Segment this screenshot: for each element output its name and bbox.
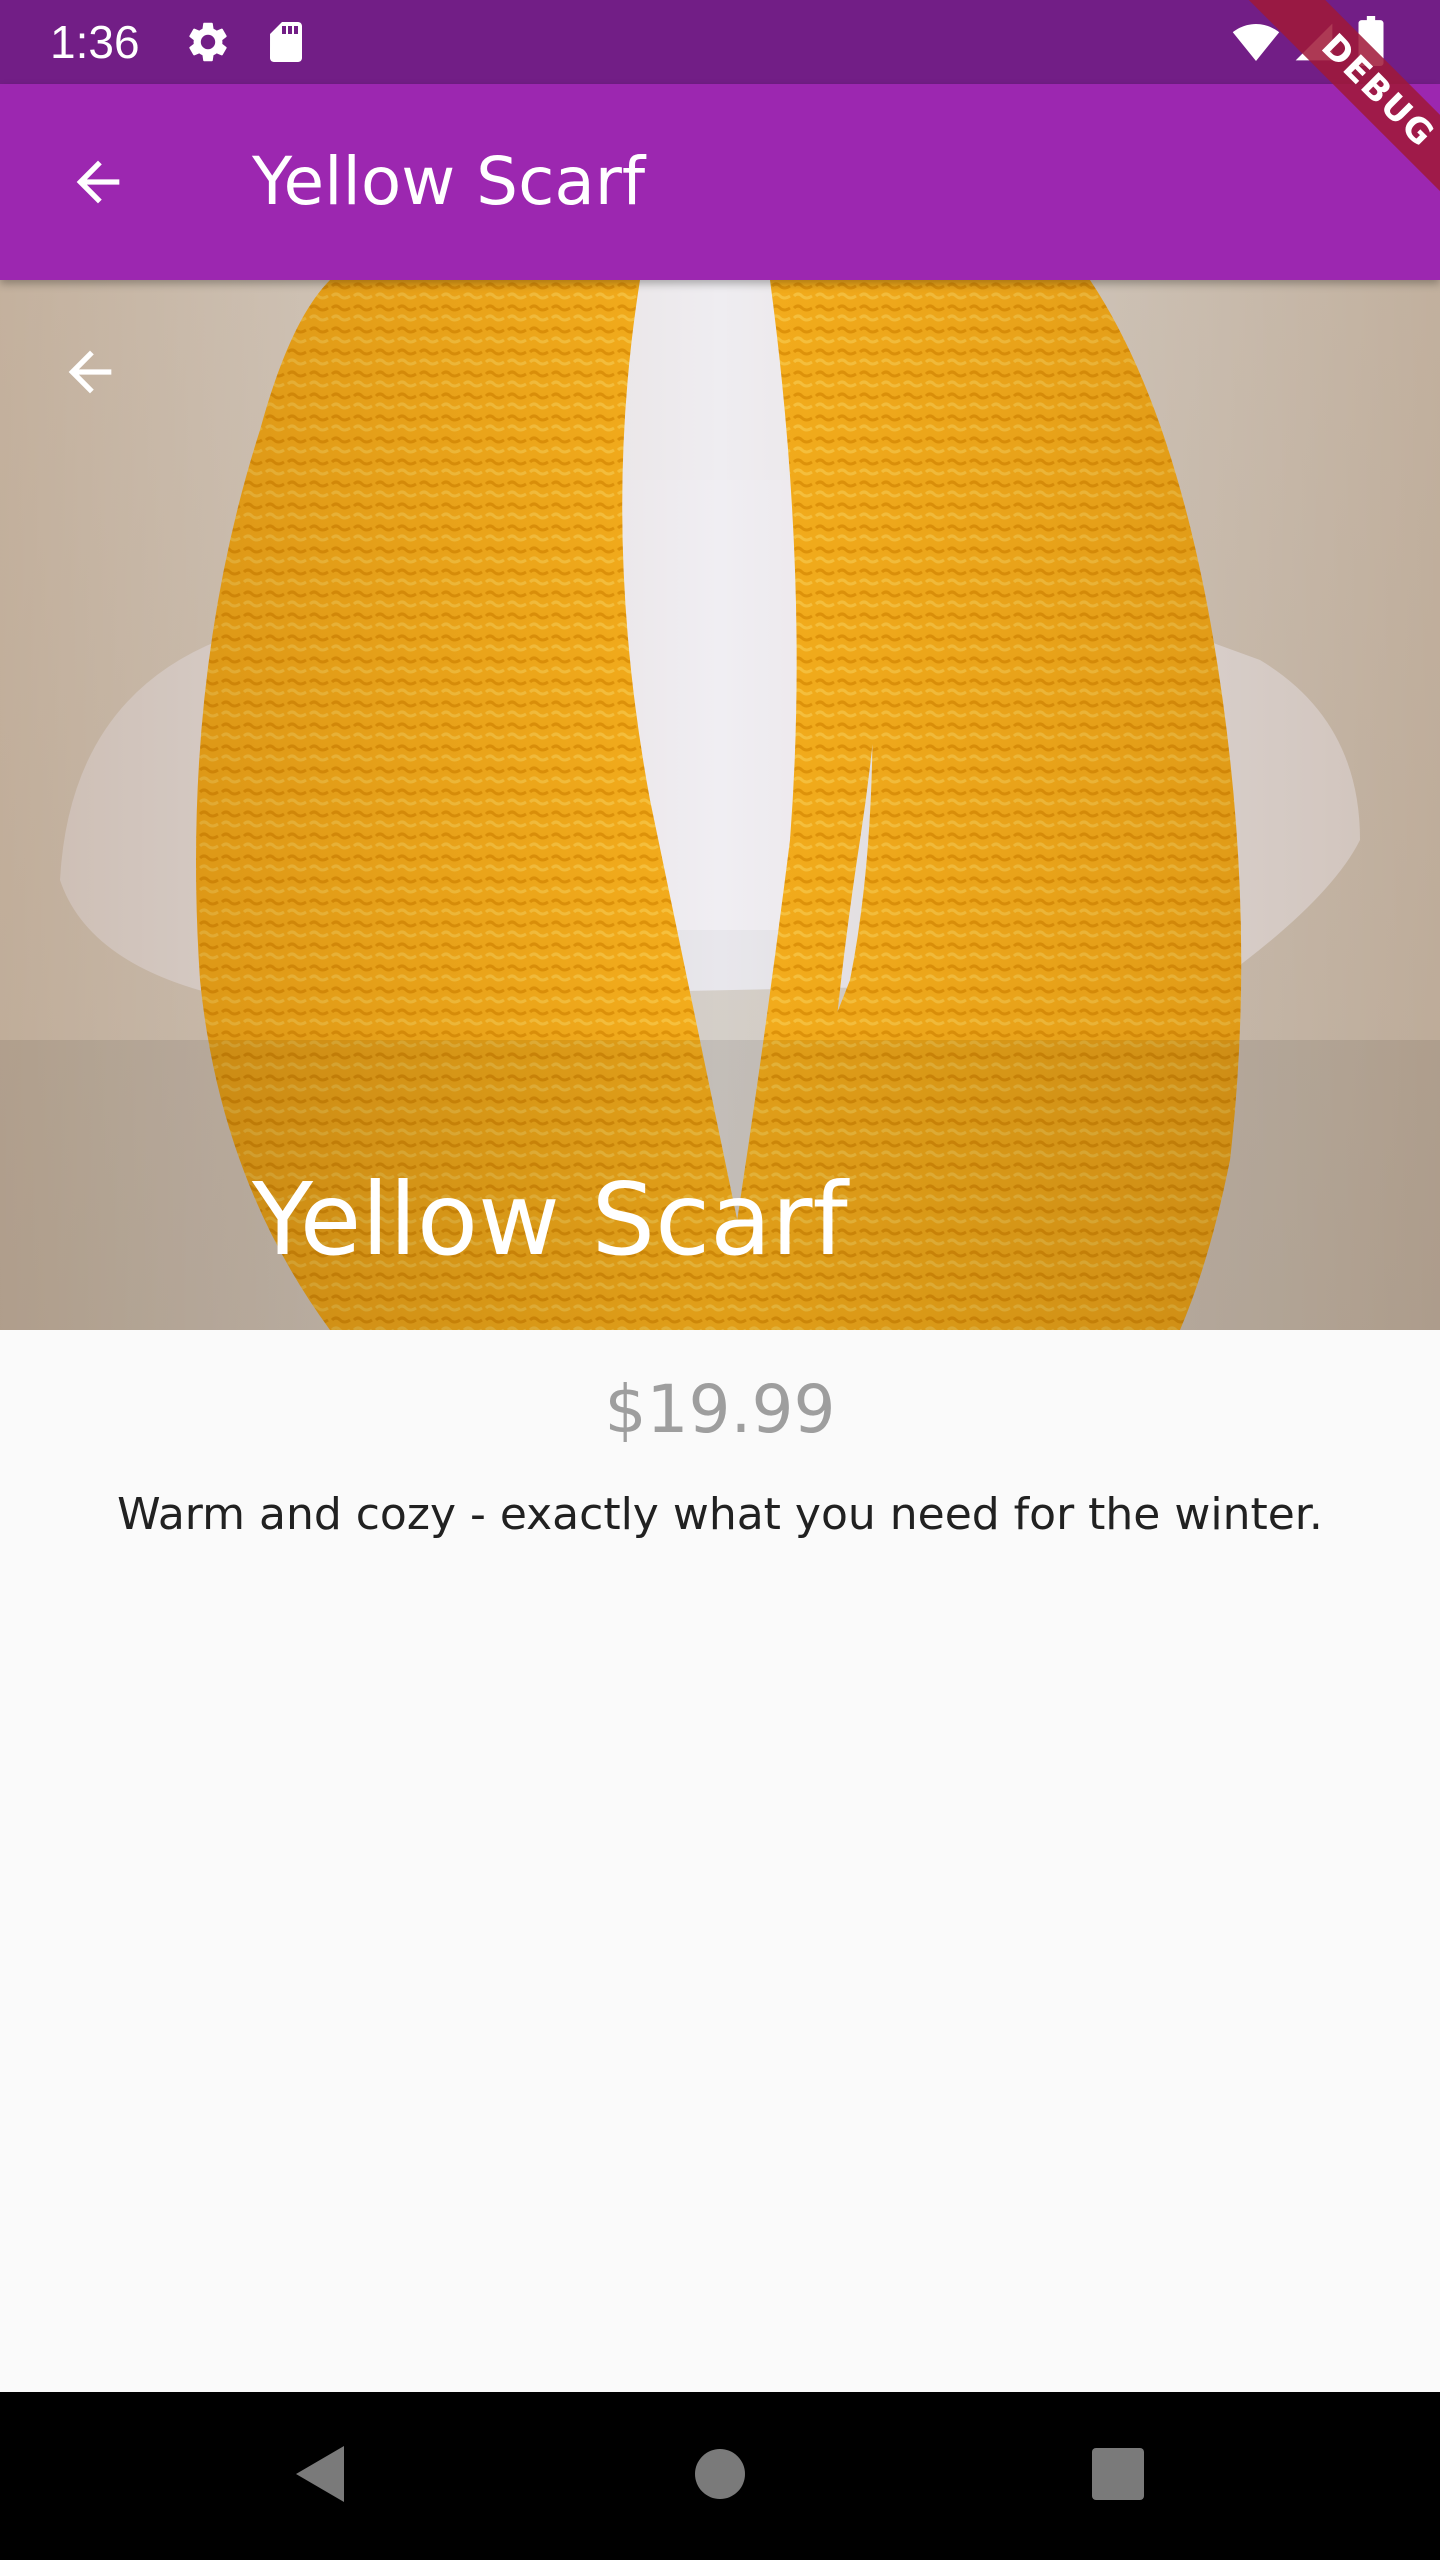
sd-card-icon — [262, 18, 310, 66]
product-detail-screen: 1:36 Yellow Scarf DEBUG Yellow Scarf $19… — [0, 0, 1440, 2560]
back-triangle-icon — [290, 2442, 346, 2510]
hero-back-button[interactable] — [58, 340, 138, 420]
nav-home-button[interactable] — [680, 2436, 760, 2516]
app-bar: Yellow Scarf — [0, 84, 1440, 280]
nav-back-button[interactable] — [278, 2436, 358, 2516]
app-bar-back-button[interactable] — [58, 144, 138, 224]
navigation-bar — [0, 2392, 1440, 2560]
status-bar: 1:36 — [0, 0, 1440, 84]
hero-title: Yellow Scarf — [252, 1161, 848, 1278]
product-price: $19.99 — [604, 1371, 836, 1448]
product-hero: Yellow Scarf — [0, 280, 1440, 1330]
home-circle-icon — [692, 2446, 748, 2506]
settings-gear-icon — [184, 18, 232, 66]
arrow-back-icon — [66, 150, 130, 218]
wifi-icon — [1230, 18, 1280, 66]
status-time: 1:36 — [50, 16, 140, 68]
recents-square-icon — [1090, 2446, 1146, 2506]
app-bar-title: Yellow Scarf — [252, 143, 646, 220]
product-description: Warm and cozy - exactly what you need fo… — [117, 1489, 1323, 1540]
nav-recents-button[interactable] — [1078, 2436, 1158, 2516]
